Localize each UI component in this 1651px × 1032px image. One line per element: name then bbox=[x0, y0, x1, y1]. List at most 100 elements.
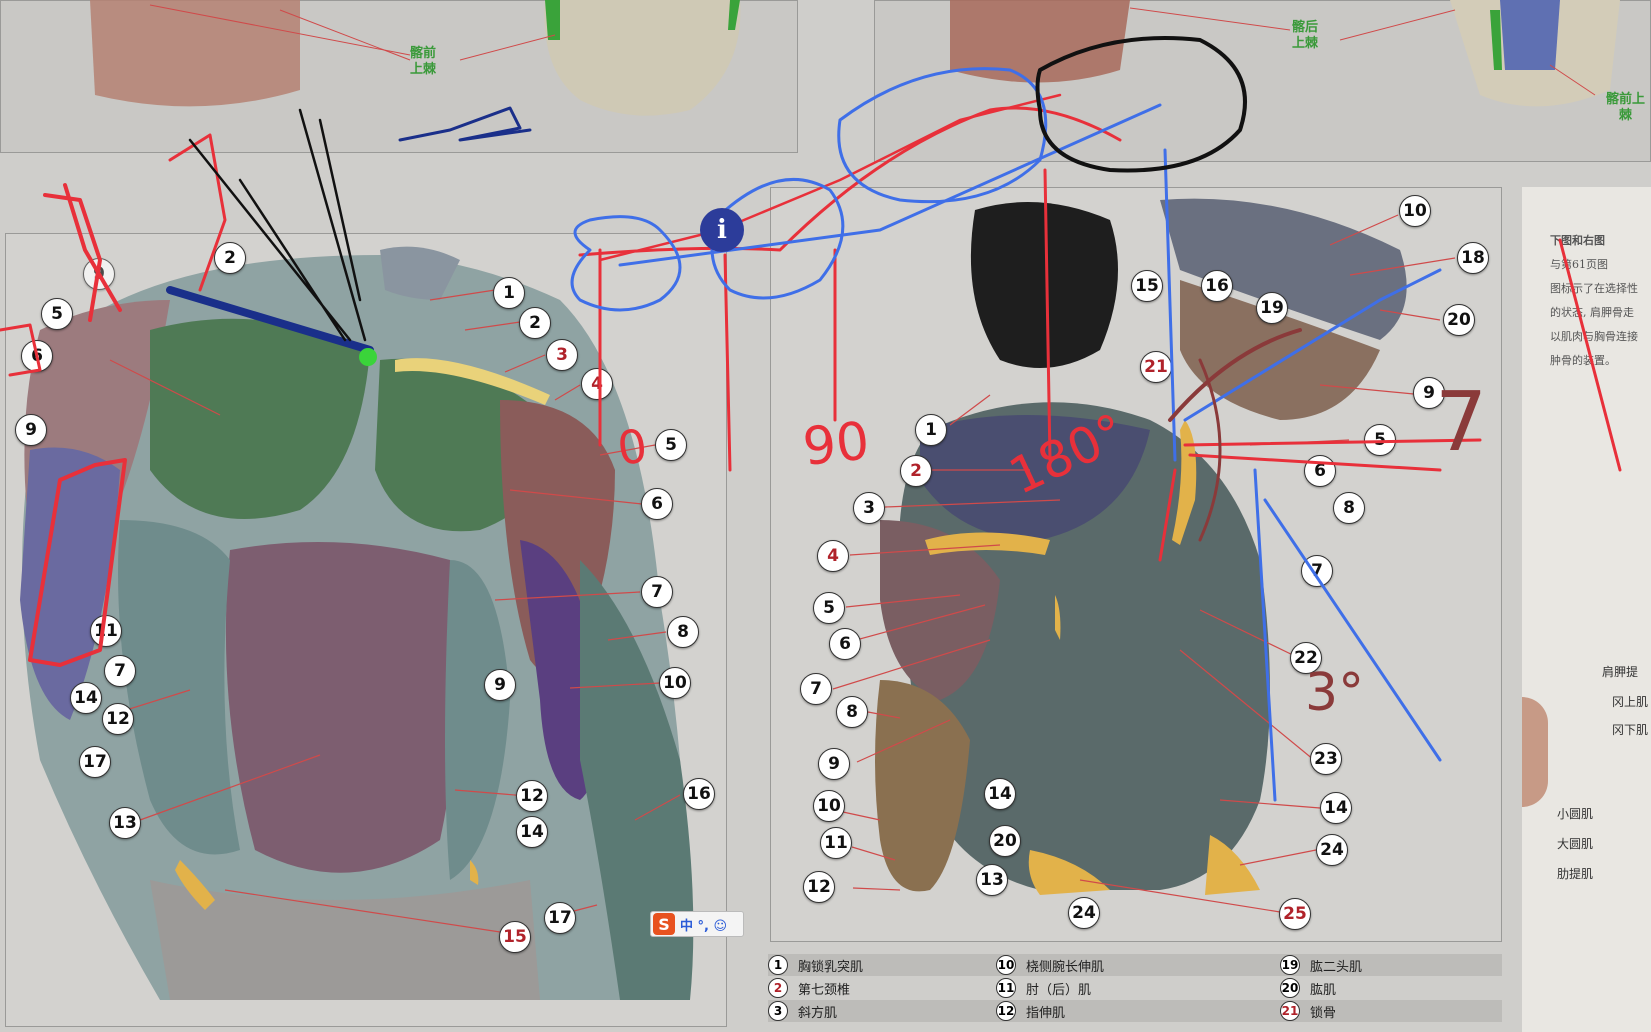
callout-10: 10 bbox=[1399, 195, 1431, 227]
callout-5-back: 5 bbox=[813, 592, 845, 624]
legend-label: 肘（后）肌 bbox=[1026, 982, 1092, 998]
legend-label: 斜方肌 bbox=[798, 1005, 838, 1021]
legend-label: 胸锁乳突肌 bbox=[798, 959, 864, 975]
callout-9-left: 9 bbox=[15, 414, 47, 446]
callout-2: 2 bbox=[900, 455, 932, 487]
book-line: 肿骨的装置。 bbox=[1550, 354, 1616, 367]
legend-row bbox=[768, 954, 1502, 976]
legend-number: 21 bbox=[1280, 1001, 1300, 1021]
ime-status-text[interactable]: 中 °, ☺ bbox=[680, 915, 727, 934]
legend-item: 2 第七颈椎 bbox=[768, 977, 850, 999]
callout-6: 6 bbox=[641, 488, 673, 520]
info-icon[interactable]: i bbox=[700, 208, 744, 252]
legend-item: 3 斜方肌 bbox=[768, 1000, 837, 1022]
legend-item: 12 指伸肌 bbox=[996, 1000, 1065, 1022]
callout-11-left: 11 bbox=[90, 615, 122, 647]
callout-4: 4 bbox=[817, 540, 849, 572]
legend-item: 21 锁骨 bbox=[1280, 1000, 1336, 1022]
ime-toolbar[interactable]: S 中 °, ☺ bbox=[650, 911, 744, 937]
legend-number: 2 bbox=[768, 978, 788, 998]
legend-number: 19 bbox=[1280, 955, 1300, 975]
legend-row bbox=[768, 1000, 1502, 1022]
callout-7: 7 bbox=[1301, 555, 1333, 587]
callout-8-back: 8 bbox=[836, 696, 868, 728]
book-line: 以肌肉与胸骨连接 bbox=[1550, 330, 1638, 343]
book-line: 图标示了在选择性 bbox=[1550, 282, 1638, 295]
book-label: 肋提肌 bbox=[1557, 867, 1594, 881]
callout-12-left: 12 bbox=[102, 703, 134, 735]
callout-15: 15 bbox=[1131, 270, 1163, 302]
book-label: 小圆肌 bbox=[1557, 807, 1594, 821]
callout-24-right: 24 bbox=[1316, 834, 1348, 866]
legend-number: 3 bbox=[768, 1001, 788, 1021]
legend-label: 肱二头肌 bbox=[1310, 959, 1363, 975]
callout-19: 19 bbox=[1256, 292, 1288, 324]
legend-number: 20 bbox=[1280, 978, 1300, 998]
callout-5: 5 bbox=[1364, 424, 1396, 456]
callout-2-left: 2 bbox=[214, 242, 246, 274]
callout-9-back: 9 bbox=[818, 748, 850, 780]
callout-6: 6 bbox=[1304, 455, 1336, 487]
callout-17: 17 bbox=[544, 902, 576, 934]
book-line: 与第61页图 bbox=[1550, 258, 1608, 271]
hand-shape bbox=[1522, 697, 1548, 807]
callout-7-back: 7 bbox=[800, 673, 832, 705]
book-line: 的状态, 肩胛骨走 bbox=[1550, 306, 1634, 319]
callout-6-back: 6 bbox=[829, 628, 861, 660]
callout-8: 8 bbox=[1333, 492, 1365, 524]
callout-5: 5 bbox=[655, 429, 687, 461]
callout-13-left: 13 bbox=[109, 807, 141, 839]
sogou-logo-icon[interactable]: S bbox=[653, 913, 675, 935]
callout-18: 18 bbox=[1457, 242, 1489, 274]
callout-21: 21 bbox=[1140, 351, 1172, 383]
callout-24: 24 bbox=[1068, 897, 1100, 929]
callout-16: 16 bbox=[1201, 270, 1233, 302]
callout-1: 1 bbox=[493, 277, 525, 309]
callout-7-left: 7 bbox=[104, 655, 136, 687]
callout-10-back: 10 bbox=[813, 790, 845, 822]
book-label: 冈下肌 bbox=[1612, 723, 1649, 737]
legend-label: 桡侧腕长伸肌 bbox=[1026, 959, 1105, 975]
callout-2: 2 bbox=[519, 307, 551, 339]
legend-item: 11 肘（后）肌 bbox=[996, 977, 1091, 999]
callout-14-back: 14 bbox=[984, 778, 1016, 810]
book-text: 下图和右图 与第61页图 图标示了在选择性 的状态, 肩胛骨走 以肌肉与胸骨连接… bbox=[1550, 229, 1638, 373]
callout-23: 23 bbox=[1310, 743, 1342, 775]
callout-9: 9 bbox=[1413, 377, 1445, 409]
callout-10: 10 bbox=[659, 667, 691, 699]
callout-17-left: 17 bbox=[79, 746, 111, 778]
legend-label: 肱肌 bbox=[1310, 982, 1337, 998]
callout-8: 8 bbox=[667, 616, 699, 648]
callout-12-back: 12 bbox=[803, 871, 835, 903]
legend-number: 10 bbox=[996, 955, 1016, 975]
callout-9: 9 bbox=[484, 669, 516, 701]
callout-12: 12 bbox=[516, 780, 548, 812]
callout-3: 3 bbox=[853, 492, 885, 524]
callout-22: 22 bbox=[1290, 642, 1322, 674]
callout-20: 20 bbox=[1443, 304, 1475, 336]
callout-5-left: 5 bbox=[41, 298, 73, 330]
legend-item: 1 胸锁乳突肌 bbox=[768, 954, 863, 976]
book-label: 冈上肌 bbox=[1612, 695, 1649, 709]
book-label: 肩胛提 bbox=[1602, 665, 1639, 679]
muscle-legend: 1 胸锁乳突肌 2 第七颈椎 3 斜方肌 10 桡侧腕长伸肌 11 肘（后）肌 12 指伸肌… bbox=[768, 952, 1502, 1032]
legend-item: 20 肱肌 bbox=[1280, 977, 1336, 999]
callout-16: 16 bbox=[683, 778, 715, 810]
callout-14-left: 14 bbox=[70, 682, 102, 714]
legend-number: 11 bbox=[996, 978, 1016, 998]
callout-1: 1 bbox=[915, 414, 947, 446]
callout-15: 15 bbox=[499, 921, 531, 953]
callout-3: 3 bbox=[546, 339, 578, 371]
legend-item: 10 桡侧腕长伸肌 bbox=[996, 954, 1104, 976]
book-page: 下图和右图 与第61页图 图标示了在选择性 的状态, 肩胛骨走 以肌肉与胸骨连接… bbox=[1522, 187, 1651, 1032]
legend-label: 指伸肌 bbox=[1026, 1005, 1066, 1021]
callout-14: 14 bbox=[516, 816, 548, 848]
book-label: 大圆肌 bbox=[1557, 837, 1594, 851]
legend-item: 19 肱二头肌 bbox=[1280, 954, 1362, 976]
legend-label: 锁骨 bbox=[1310, 1005, 1337, 1021]
callout-6-left: 6 bbox=[21, 340, 53, 372]
legend-label: 第七颈椎 bbox=[798, 982, 851, 998]
callout-14-right: 14 bbox=[1320, 792, 1352, 824]
callout-25: 25 bbox=[1279, 898, 1311, 930]
callout-7: 7 bbox=[641, 576, 673, 608]
